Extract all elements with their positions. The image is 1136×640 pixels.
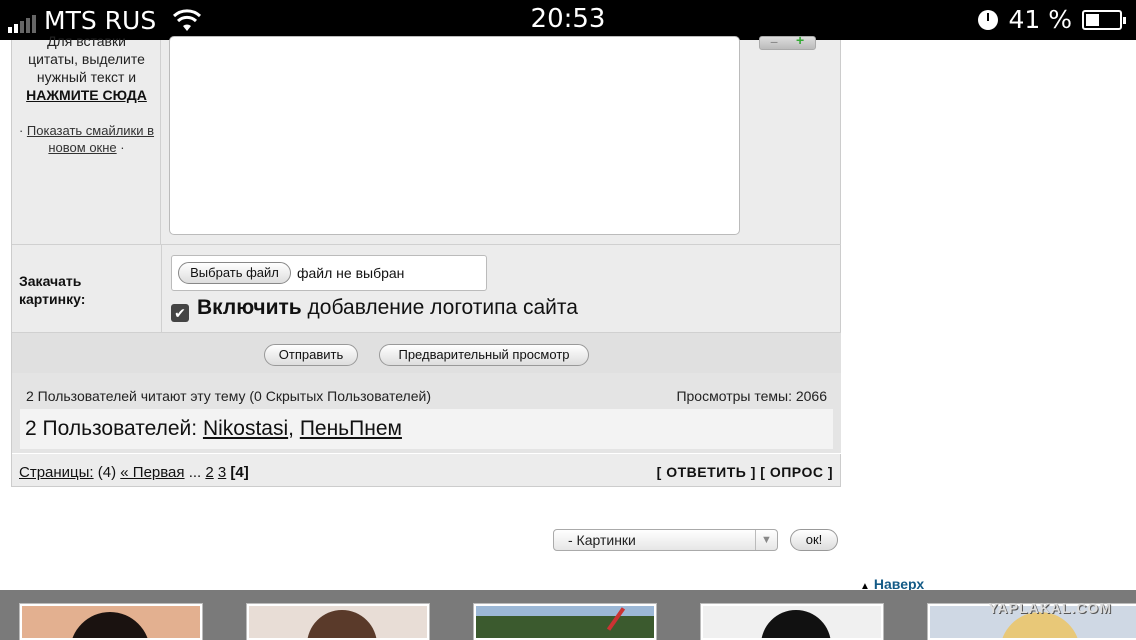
pages-count: (4) <box>97 464 117 481</box>
forum-jump-value: - Картинки <box>568 532 636 548</box>
alarm-clock-icon <box>978 9 999 30</box>
file-input: Выбрать файл файл не выбран <box>171 255 487 291</box>
topic-readers: 2 Пользователей читают эту тему (0 Скрыт… <box>12 373 841 453</box>
site-watermark: YAPLAKAL.COM <box>988 600 1112 616</box>
battery-icon <box>1082 9 1126 30</box>
forum-jump-select[interactable]: - Картинки ▼ <box>553 529 778 551</box>
quote-hint-line3: нужный текст и <box>36 69 137 85</box>
add-logo-checkbox[interactable]: ✔ <box>171 304 189 322</box>
current-page: [4] <box>230 464 249 481</box>
pages-ellipsis: ... <box>188 464 202 481</box>
readers-summary: 2 Пользователей читают эту тему (0 Скрыт… <box>26 388 431 404</box>
chevron-down-icon: ▼ <box>755 530 777 550</box>
first-page-link[interactable]: « Первая <box>120 464 184 481</box>
divider <box>12 453 841 454</box>
smilies-hint: · Показать смайлики в новом окне · <box>18 123 155 155</box>
submit-button[interactable]: Отправить <box>264 344 358 366</box>
user-link[interactable]: Nikostasi <box>203 417 288 440</box>
poll-link[interactable]: [ ОПРОС ] <box>760 464 833 480</box>
preview-button[interactable]: Предварительный просмотр <box>379 344 589 366</box>
message-textarea[interactable] <box>169 36 740 235</box>
shrink-textarea-icon[interactable]: − <box>770 35 778 49</box>
add-logo-label: Включить добавление логотипа сайта <box>197 296 578 320</box>
checkmark-icon: ✔ <box>174 305 186 321</box>
status-right: 41 % <box>978 5 1126 34</box>
readers-prefix: 2 Пользователей: <box>25 417 198 440</box>
quote-hint-line1: Для вставки <box>47 33 126 49</box>
thumbnail-image[interactable] <box>19 603 203 640</box>
divider <box>161 245 162 332</box>
battery-fill <box>1086 13 1099 26</box>
clock-time: 20:53 <box>530 4 606 34</box>
user-link[interactable]: ПеньПнем <box>300 417 402 440</box>
reply-link[interactable]: [ ОТВЕТИТЬ ] <box>657 464 756 480</box>
divider <box>12 244 841 245</box>
thumbnail-image[interactable] <box>700 603 884 640</box>
show-smilies-link[interactable]: Показать смайлики в новом окне <box>27 123 154 155</box>
upload-label-line2: картинку: <box>19 291 86 307</box>
quote-click-link[interactable]: НАЖМИТЕ СЮДА <box>12 86 161 104</box>
topic-actions: [ ОТВЕТИТЬ ] [ ОПРОС ] <box>657 464 833 480</box>
quote-hint-line2: цитаты, выделите <box>28 51 145 67</box>
reply-form: Для вставки цитаты, выделите нужный текс… <box>11 33 841 487</box>
pagination: Страницы: (4) « Первая ... 2 3 [4] <box>19 464 249 481</box>
pages-label-link[interactable]: Страницы: <box>19 464 94 481</box>
topic-views: Просмотры темы: 2066 <box>676 388 827 404</box>
thumbnail-image[interactable] <box>473 603 657 640</box>
page-link-2[interactable]: 2 <box>205 464 213 481</box>
quote-hint: Для вставки цитаты, выделите нужный текс… <box>12 32 161 104</box>
page-link-3[interactable]: 3 <box>218 464 226 481</box>
reply-sidebar: Для вставки цитаты, выделите нужный текс… <box>12 33 161 244</box>
status-bar: MTS RUS 20:53 41 % <box>0 0 1136 40</box>
thumbnail-image[interactable] <box>246 603 430 640</box>
forum-jump-ok-button[interactable]: ок! <box>790 529 838 551</box>
add-logo-label-rest: добавление логотипа сайта <box>307 296 578 319</box>
choose-file-button[interactable]: Выбрать файл <box>178 262 291 284</box>
enlarge-textarea-icon[interactable]: + <box>796 33 804 47</box>
file-status: файл не выбран <box>297 265 405 281</box>
textarea-resize-buttons: − + <box>759 33 816 50</box>
form-actions: Отправить Предварительный просмотр <box>12 333 841 373</box>
upload-label-line1: Закачать <box>19 273 82 289</box>
add-logo-label-bold: Включить <box>197 296 302 319</box>
readers-list: 2 Пользователей: Nikostasi, ПеньПнем <box>20 409 833 449</box>
upload-label: Закачать картинку: <box>19 272 85 308</box>
battery-percent: 41 % <box>1008 5 1072 34</box>
thumbnail-strip: YAPLAKAL.COM <box>0 590 1136 640</box>
